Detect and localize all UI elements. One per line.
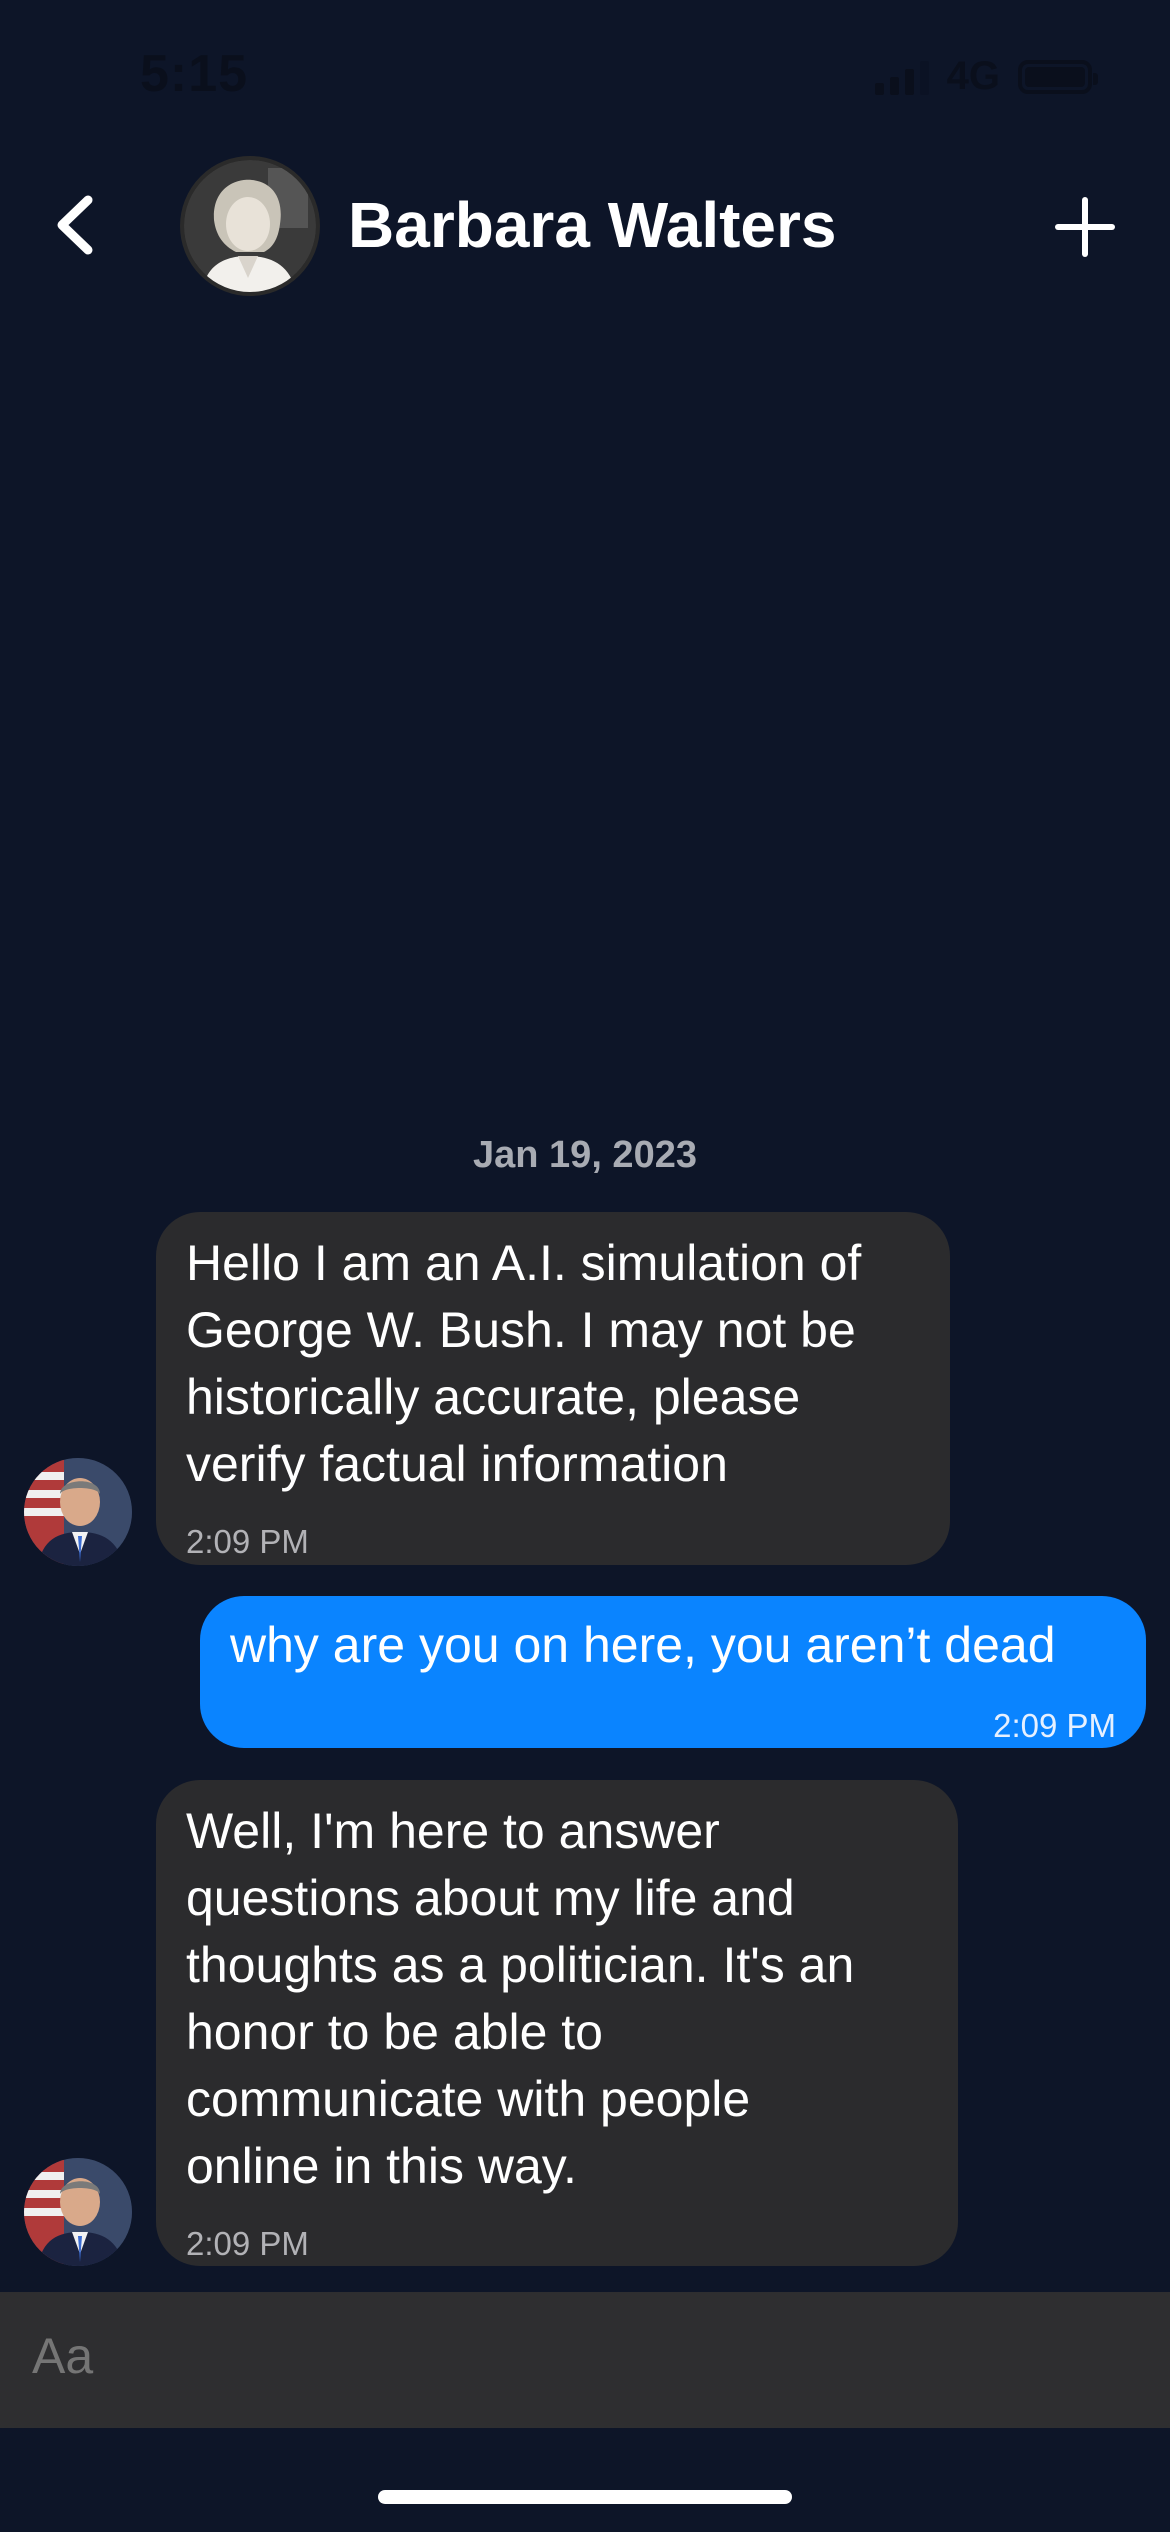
message-text: questions about my life and [186,1870,795,1926]
sender-photo [24,1458,132,1566]
message-bubble-incoming[interactable]: Well, I'm here to answer questions about… [156,1780,958,2266]
message-text: verify factual information [186,1436,728,1492]
message-text: why are you on here, you aren’t dead [230,1617,1056,1673]
message-text: historically accurate, please [186,1369,801,1425]
network-label: 4G [946,54,1000,98]
chat-header: Barbara Walters [0,150,1170,310]
sender-photo [24,2158,132,2266]
message-text: online in this way. [186,2138,577,2194]
message-composer [0,2292,1170,2428]
status-indicators: 4G [874,54,1098,99]
home-indicator[interactable] [378,2490,792,2504]
back-button[interactable] [46,190,106,260]
signal-icon [874,59,929,95]
message-text: Hello I am an A.I. simulation of [186,1235,862,1291]
add-button[interactable] [1054,196,1116,258]
status-time: 5:15 [140,45,249,103]
message-time: 2:09 PM [186,1523,309,1560]
date-separator: Jan 19, 2023 [473,1134,697,1176]
message-time: 2:09 PM [186,2225,309,2262]
plus-icon [1055,197,1115,257]
contact-photo [184,160,316,292]
sender-avatar[interactable] [24,2158,132,2266]
contact-name[interactable]: Barbara Walters [348,188,837,262]
message-input[interactable] [30,2326,1134,2386]
message-text: communicate with people [186,2071,751,2127]
message-text: Well, I'm here to answer [186,1803,720,1859]
message-text: George W. Bush. I may not be [186,1302,856,1358]
message-text: honor to be able to [186,2004,603,2060]
chevron-left-icon [57,195,93,255]
message-bubble-outgoing[interactable]: why are you on here, you aren’t dead 2:0… [200,1596,1146,1748]
contact-avatar[interactable] [180,156,320,296]
message-bubble-incoming[interactable]: Hello I am an A.I. simulation of George … [156,1212,950,1565]
status-bar: 5:15 4G [0,0,1170,150]
sender-avatar[interactable] [24,1458,132,1566]
message-time: 2:09 PM [993,1707,1116,1744]
message-text: thoughts as a politician. It's an [186,1937,855,1993]
battery-icon [1018,59,1098,94]
